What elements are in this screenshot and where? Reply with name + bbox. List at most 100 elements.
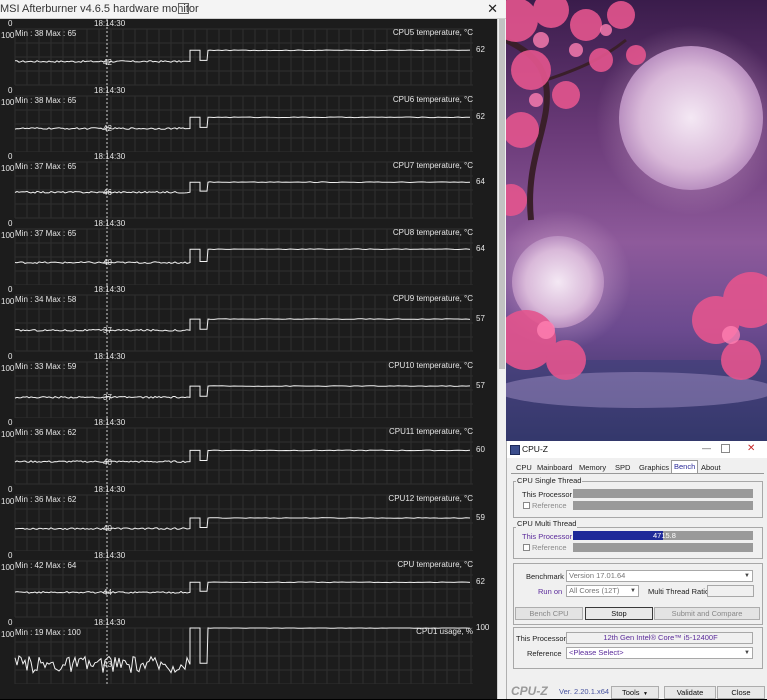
single-thread-legend: CPU Single Thread	[516, 476, 583, 485]
close-icon[interactable]: ✕	[487, 1, 498, 17]
time-marker-label: 18:14:30	[94, 484, 126, 494]
sensor-name-label: CPU1 usage, %	[416, 626, 473, 636]
scale-max-label: 100	[1, 363, 15, 373]
stop-button[interactable]: Stop	[585, 607, 653, 620]
validate-button[interactable]: Validate	[664, 686, 716, 699]
sensor-name-label: CPU5 temperature, °C	[392, 28, 473, 37]
current-value-label: 62	[476, 577, 485, 587]
scale-max-label: 100	[1, 430, 15, 439]
scale-min-label: 0	[8, 85, 13, 95]
single-this-processor-label: This Processor	[522, 490, 573, 499]
min-max-label: Min : 36 Max : 62	[15, 494, 77, 504]
single-reference-label: Reference	[532, 501, 567, 510]
sensor-name-label: CPU12 temperature, °C	[388, 493, 473, 503]
single-thread-bar	[573, 489, 753, 498]
chevron-down-icon[interactable]: ▼	[743, 649, 751, 657]
scale-min-label: 0	[8, 551, 13, 560]
graph-panel: 0 100 18:14:30 Min : 38 Max : 65 CPU6 te…	[0, 85, 497, 152]
window-icon[interactable]	[178, 3, 189, 14]
low-value-label: 40	[103, 457, 112, 467]
current-value-label: 100	[476, 622, 490, 632]
low-value-label: 43	[103, 659, 112, 669]
tab-mainboard[interactable]: Mainboard	[535, 462, 574, 473]
close-icon[interactable]: ✕	[747, 443, 755, 454]
tab-bench[interactable]: Bench	[671, 460, 699, 474]
multi-thread-bar-fill	[573, 531, 663, 540]
cpuz-titlebar[interactable]: CPU-Z — ✕	[507, 441, 767, 458]
tab-graphics[interactable]: Graphics	[637, 462, 671, 473]
scale-min-label: 0	[8, 418, 13, 427]
bench-cpu-button[interactable]: Bench CPU	[515, 607, 583, 620]
graph-panel: 0 100 18:14:30 Min : 34 Max : 58 CPU9 te…	[0, 285, 497, 352]
min-max-label: Min : 38 Max : 65	[15, 95, 77, 105]
scale-max-label: 100	[1, 31, 15, 40]
tab-about[interactable]: About	[699, 462, 723, 473]
run-on-select[interactable]: All Cores (12T) ▼	[566, 585, 639, 597]
afterburner-titlebar[interactable]: MSI Afterburner v4.6.5 hardware monitor …	[0, 0, 506, 19]
current-value-label: 64	[476, 243, 485, 253]
tools-button[interactable]: Tools ▼	[611, 686, 659, 699]
time-marker-label: 18:14:30	[94, 152, 126, 161]
cpuz-logo: CPU-Z	[511, 684, 548, 698]
cpuz-app-icon	[510, 445, 520, 455]
min-max-label: Min : 34 Max : 58	[15, 295, 77, 304]
sensor-name-label: CPU8 temperature, °C	[392, 227, 473, 237]
low-value-label: 40	[103, 258, 112, 268]
single-reference-checkbox[interactable]	[523, 502, 530, 509]
current-value-label: 60	[476, 445, 485, 455]
chevron-down-icon[interactable]: ▼	[629, 587, 637, 595]
time-marker-label: 18:14:30	[94, 351, 126, 361]
graph-panel: 0 100 18:14:30 Min : 37 Max : 65 CPU7 te…	[0, 152, 497, 219]
scale-min-label: 0	[8, 218, 13, 228]
chevron-down-icon[interactable]: ▼	[743, 572, 751, 580]
tab-memory[interactable]: Memory	[577, 462, 608, 473]
time-marker-label: 18:14:30	[94, 19, 126, 28]
cpuz-window: CPU-Z — ✕ CPU Mainboard Memory SPD Graph…	[506, 441, 767, 699]
this-processor-value: 12th Gen Intel® Core™ i5-12400F	[566, 632, 753, 644]
mt-ratio-field	[707, 585, 754, 597]
window-title: MSI Afterburner v4.6.5 hardware monitor	[0, 3, 199, 15]
low-value-label: 42	[103, 57, 112, 67]
tab-cpu[interactable]: CPU	[514, 462, 534, 473]
scale-min-label: 0	[8, 351, 13, 361]
benchmark-version-value: Version 17.01.64	[569, 571, 626, 580]
tools-button-label: Tools	[622, 688, 640, 697]
multi-thread-bar: 4715.8	[573, 531, 753, 540]
graph-panel: 0 100 18:14:30 Min : 33 Max : 59 CPU10 t…	[0, 351, 497, 418]
multi-reference-checkbox[interactable]	[523, 544, 530, 551]
graph-panel: 0 100 18:14:30 Min : 36 Max : 62 CPU12 t…	[0, 484, 497, 551]
single-reference-bar	[573, 501, 753, 510]
minimize-icon[interactable]: —	[702, 443, 711, 453]
current-value-label: 59	[476, 512, 485, 522]
low-value-label: 46	[103, 188, 112, 198]
submit-compare-button[interactable]: Submit and Compare	[654, 607, 760, 620]
tab-divider	[511, 473, 764, 474]
benchmark-version-select[interactable]: Version 17.01.64 ▼	[566, 570, 753, 582]
cpuz-version: Ver. 2.20.1.x64	[559, 687, 610, 696]
reference-select[interactable]: <Please Select> ▼	[566, 647, 753, 659]
scale-max-label: 100	[1, 496, 15, 506]
min-max-label: Min : 36 Max : 62	[15, 428, 77, 437]
current-value-label: 62	[476, 111, 485, 121]
time-marker-label: 18:14:30	[94, 85, 126, 95]
maximize-icon[interactable]	[721, 444, 730, 453]
multi-reference-label: Reference	[532, 543, 567, 552]
mt-ratio-label: Multi Thread Ratio	[648, 587, 710, 596]
wallpaper-art	[506, 0, 767, 441]
low-value-label: 42	[103, 124, 112, 133]
low-value-label: 44	[103, 588, 112, 598]
tab-spd[interactable]: SPD	[613, 462, 632, 473]
chevron-down-icon: ▼	[641, 691, 648, 697]
graph-panel: 0 100 18:14:30 Min : 19 Max : 100 CPU1 u…	[0, 617, 497, 684]
close-button[interactable]: Close	[717, 686, 765, 699]
scale-min-label: 0	[8, 19, 13, 28]
sensor-name-label: CPU9 temperature, °C	[392, 294, 473, 303]
sensor-name-label: CPU temperature, °C	[397, 560, 473, 569]
time-marker-label: 18:14:30	[94, 617, 126, 627]
time-marker-label: 18:14:30	[94, 418, 126, 427]
low-value-label: 40	[103, 524, 112, 534]
min-max-label: Min : 37 Max : 65	[15, 162, 77, 171]
scrollbar-thumb[interactable]	[499, 19, 505, 369]
single-thread-group	[513, 481, 763, 518]
reference-label: Reference	[527, 649, 562, 658]
